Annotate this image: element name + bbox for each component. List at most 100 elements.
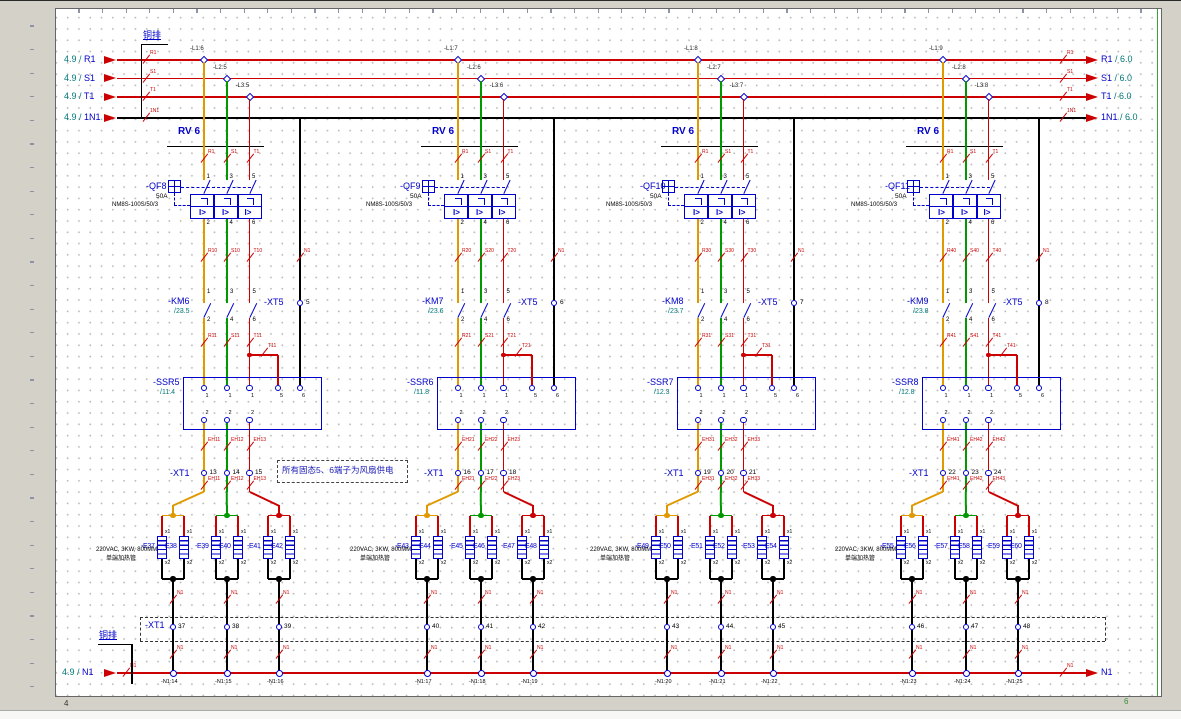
bus-label-right: 1N1 / 6.0 [1101,113,1138,122]
wire-tag: R1 [947,150,953,155]
ruler-tick-top [291,9,292,13]
busbar-terminal[interactable] [909,670,916,677]
ruler-tick-left [30,639,34,640]
schematic-canvas[interactable]: 4.9 / R1R1 / 6.0R1R14.9 / S1S1 / 6.0S1S1… [0,0,1181,718]
busbar-terminal-label: -N1:18 [469,680,486,686]
busbar-terminal[interactable] [424,670,431,677]
heater-pin: x1 [525,530,530,535]
wire-tag: R10 [208,249,217,254]
busbar-leader [141,44,142,118]
busbar-terminal[interactable] [963,670,970,677]
heater-pin: x1 [473,530,478,535]
pin-number: 5 [252,174,255,180]
busbar-terminal[interactable] [224,670,231,677]
breaker-handle-cross [668,180,669,193]
ruler-tick-top [314,9,315,13]
wire-phase [480,318,482,385]
heater-element[interactable] [285,536,295,559]
heater-pin: x1 [187,530,192,535]
heater-pin: x2 [958,561,963,566]
busbar-terminal[interactable] [530,670,537,677]
heater-element[interactable] [673,536,683,559]
heater-element[interactable] [179,536,189,559]
wire-phase [249,99,251,180]
busbar-leader [131,644,132,684]
wire-tag: T21 [522,344,531,349]
pin-number: 5 [253,289,256,295]
breaker-magnetic-symbol: I> [222,209,229,217]
busbar-terminal-label: -N1:23 [900,680,917,686]
ruler-tick-left [30,120,34,121]
busbar-terminal[interactable] [276,670,283,677]
heater-element[interactable] [918,536,928,559]
ruler-tick-top [645,9,646,13]
breaker-thermal-symbol [455,198,462,205]
heater-element[interactable] [972,536,982,559]
terminal-strip-label: -XT1 [664,469,684,478]
wire-tag-slash [515,348,523,358]
heater-element[interactable] [233,536,243,559]
wire-phase [965,492,967,506]
wire-phase [249,219,251,304]
ssr-ref: /12.3 [654,389,670,396]
terminal-number: 37 [178,624,185,631]
busbar-terminal[interactable] [664,670,671,677]
ruler-tick-top [975,9,976,13]
ruler-tick-top [692,9,693,13]
heater-element[interactable] [433,536,443,559]
ruler-tick-top [267,9,268,13]
heater-label: -E48 [523,543,537,550]
ruler-tick-left [30,167,34,168]
ruler-tick-left [30,191,34,192]
pin-number: 2 [461,220,464,226]
pin-number: 2 [701,220,704,226]
breaker-label: -QF9 [400,182,421,191]
bus-arrow-right [1086,114,1098,122]
busbar-terminal[interactable] [718,670,725,677]
wire-neutral [172,630,174,671]
busbar-terminal[interactable] [770,670,777,677]
wire-tag: EH23 [508,477,521,482]
heater-pin: x2 [904,561,909,566]
wire-tag: N1 [671,591,677,596]
wire-tag: N1 [916,646,922,651]
ssr-ref: /11.4 [160,389,175,396]
heater-note: 220VAC, 3KW, 800MM [350,547,411,553]
wire-neutral [299,306,301,385]
pin-number: 1 [701,174,704,180]
bus-ref: / 6.0 [1115,73,1133,83]
wire-neutral [226,630,228,671]
heater-element[interactable] [727,536,737,559]
breaker-label: -QF8 [146,182,167,191]
wire-tag: N1 [177,591,183,596]
wire-tag: T41 [993,334,1002,339]
heater-element[interactable] [779,536,789,559]
heater-label: -E53 [741,543,755,550]
heater-return-stub [1006,559,1008,579]
heater-pin: x2 [525,561,530,566]
wire-tag: 1N1 [1067,109,1076,114]
wire-tag: R11 [208,334,217,339]
heater-feed-stub [183,516,185,537]
heater-label: -E40 [217,543,231,550]
bus-tap-label: -L1:9 [929,46,943,52]
ruler-tick-top [196,9,197,13]
wire-phase [697,219,699,304]
heater-element[interactable] [487,536,497,559]
wire-tag: EH12 [231,477,244,482]
heater-return-stub [161,559,163,579]
busbar-terminal[interactable] [170,670,177,677]
heater-element[interactable] [1024,536,1034,559]
bus-arrow-right [1086,669,1098,677]
wire-tag: R40 [947,249,956,254]
ruler-tick-top [1093,9,1094,13]
busbar-terminal[interactable] [478,670,485,677]
wire-neutral [299,119,301,300]
pin-number: 4 [230,317,233,323]
heater-note: 单端加热管 [845,556,875,562]
ruler-tick-left [30,663,34,664]
wire-tag: S1 [231,150,237,155]
busbar-terminal[interactable] [1015,670,1022,677]
heater-element[interactable] [539,536,549,559]
frame-column-number-right: 6 [1124,698,1128,706]
